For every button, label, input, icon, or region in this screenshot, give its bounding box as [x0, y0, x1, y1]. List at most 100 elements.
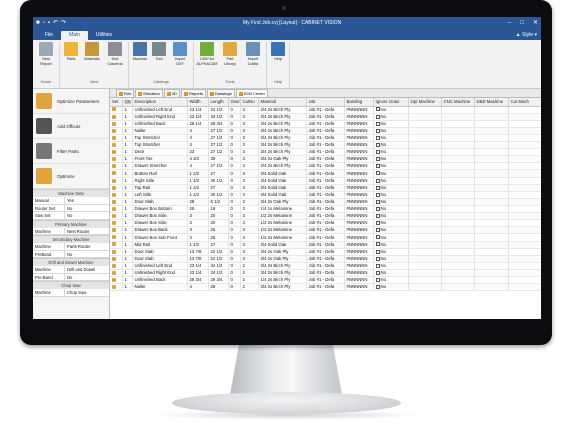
checkbox-icon[interactable] [375, 107, 380, 112]
redo-icon[interactable]: ↷ [61, 17, 66, 30]
table-row[interactable]: 1 Nailer 4 28 0 2 3/4 2s Birch Ply Job #1 - Def… [110, 283, 541, 292]
tab-3d[interactable]: 3D [163, 89, 180, 97]
checkbox-icon[interactable] [375, 142, 380, 147]
ignore-grain-cell[interactable]: No [373, 226, 409, 235]
checkbox-icon[interactable] [375, 135, 380, 140]
tab-file[interactable]: File [37, 31, 61, 40]
ignore-grain-cell[interactable]: No [373, 198, 409, 207]
checkbox-icon[interactable] [375, 178, 380, 183]
table-row[interactable]: 1 Drawer Box Side 3 20 0 3 1/2 2s Melamine Job … [110, 212, 541, 221]
help-button[interactable]: Help [269, 42, 287, 78]
select-cell[interactable] [110, 141, 123, 150]
table-row[interactable]: 1 Door Slab 13 7/8 22 1/2 0 3 3/4 2s Oak Ply Jo… [110, 248, 541, 256]
checkbox-icon[interactable] [375, 185, 380, 190]
tab-run[interactable]: Run [116, 89, 135, 97]
ignore-grain-cell[interactable]: No [373, 141, 409, 150]
select-cell[interactable] [110, 205, 123, 214]
column-header-over[interactable]: Over [228, 98, 241, 107]
table-row[interactable]: 1 Drawer Box Bottom 25 19 0 3 1/4 1s Melamine J… [110, 205, 541, 214]
maximize-button[interactable]: □ [520, 17, 524, 30]
select-cell[interactable] [110, 276, 123, 285]
ignore-grain-cell[interactable]: No [373, 155, 409, 164]
ignore-grain-cell[interactable]: No [373, 162, 409, 171]
checkbox-icon[interactable] [375, 249, 380, 254]
ignore-grain-cell[interactable]: No [373, 283, 409, 292]
select-cell[interactable] [110, 120, 123, 128]
import-cutlist-button[interactable]: Import Cutlist [242, 42, 264, 78]
table-row[interactable]: 1 Nailer 4 27 1/2 0 3 3/4 2s Birch Ply Job #1 -… [110, 127, 541, 135]
table-row[interactable]: 1 Top Stretcher 4 27 1/2 0 3 3/4 2s Birch Ply J… [110, 134, 541, 143]
nest-report-button[interactable]: Nest Report [35, 42, 57, 78]
checkbox-icon[interactable] [375, 256, 380, 261]
checkbox-icon[interactable] [375, 263, 380, 268]
cdm-for-alphacam-button[interactable]: CDM for ALPHACAM [196, 42, 218, 78]
select-cell[interactable] [110, 106, 123, 114]
select-cell[interactable] [110, 127, 123, 135]
checkbox-icon[interactable] [375, 270, 380, 275]
select-cell[interactable] [110, 177, 123, 185]
select-cell[interactable] [110, 198, 123, 207]
table-row[interactable]: 1 Unfinished Back 28 1/4 28 3/4 0 3 3/4 2s Bir… [110, 120, 541, 128]
column-header-qty[interactable]: Qty [122, 98, 133, 107]
import-dxf-button[interactable]: Import DXF [169, 42, 191, 78]
checkbox-icon[interactable] [375, 221, 380, 226]
optimize-button[interactable]: Optimize [33, 164, 109, 189]
property-value[interactable]: Nest Router [65, 228, 109, 235]
checkbox-icon[interactable] [375, 157, 380, 162]
ignore-grain-cell[interactable]: No [373, 120, 409, 128]
checkbox-icon[interactable] [375, 206, 380, 211]
checkbox-icon[interactable] [375, 235, 380, 240]
tab-drawings[interactable]: Drawings [206, 89, 235, 97]
tab-elevation[interactable]: Elevation [135, 89, 163, 97]
ignore-grain-cell[interactable]: No [373, 219, 409, 228]
property-value[interactable]: Chop Saw [65, 289, 109, 296]
select-cell[interactable] [110, 191, 123, 199]
column-header-material[interactable]: Material [258, 98, 307, 107]
select-cell[interactable] [110, 134, 123, 143]
parts-button[interactable]: Parts [62, 42, 80, 78]
ignore-grain-cell[interactable]: No [373, 212, 409, 221]
checkbox-icon[interactable] [375, 128, 380, 133]
tab-s2m-center[interactable]: S2M Center [235, 89, 268, 97]
table-row[interactable]: 1 Drawer Box Side 3 20 0 3 1/2 2s Melamine Job … [110, 219, 541, 228]
ignore-grain-cell[interactable]: No [373, 205, 409, 214]
select-cell[interactable] [110, 113, 123, 121]
column-header-width[interactable]: Width [187, 98, 209, 107]
part-library-button[interactable]: Part Library [219, 42, 241, 78]
checkbox-icon[interactable] [375, 199, 380, 204]
table-row[interactable]: 1 Unfinished Back 28 3/4 29 3/4 0 2 1/4 2s Bir… [110, 276, 541, 285]
select-cell[interactable] [110, 255, 123, 263]
select-cell[interactable] [110, 212, 123, 221]
table-row[interactable]: 1 Left Stile 1 1/2 30 1/2 0 3 3/4 Solid Oak Job… [110, 191, 541, 199]
close-button[interactable]: ✕ [533, 17, 538, 30]
select-cell[interactable] [110, 226, 123, 235]
select-cell[interactable] [110, 262, 123, 271]
sort-columns-button[interactable]: Sort Columns [104, 42, 126, 78]
tool-button[interactable]: Tool [150, 42, 168, 78]
column-header-job[interactable]: Job [306, 98, 345, 107]
column-header-cutno[interactable]: CutNo [240, 98, 259, 107]
ignore-grain-cell[interactable]: No [373, 241, 409, 249]
tab-utilities[interactable]: Utilities [88, 31, 120, 40]
column-header-opt-machine[interactable]: Opt Machine [408, 98, 442, 107]
ignore-grain-cell[interactable]: No [373, 276, 409, 285]
table-row[interactable]: 1 Unfinished Right End 23 1/4 34 1/2 0 2 3/4 2… [110, 269, 541, 278]
table-row[interactable]: 1 Unfinished Right End 23 1/4 34 1/2 0 3 3/4 2… [110, 113, 541, 121]
table-row[interactable]: 1 Drawer Box Sub Front 3 25 0 3 1/2 2s Melamin… [110, 233, 541, 242]
property-value[interactable]: No [65, 251, 109, 258]
column-header-sel[interactable]: Sel [110, 98, 123, 107]
ignore-grain-cell[interactable]: No [373, 248, 409, 256]
checkbox-icon[interactable] [375, 114, 380, 119]
materials-button[interactable]: Materials [81, 42, 103, 78]
select-cell[interactable] [110, 169, 123, 178]
table-row[interactable]: 1 Drawer Stretcher 4 27 1/2 0 3 3/4 2s Birch P… [110, 162, 541, 171]
minimize-button[interactable]: – [508, 17, 511, 30]
column-header-length[interactable]: Length [208, 98, 229, 107]
select-cell[interactable] [110, 148, 123, 157]
add-offcuts-button[interactable]: Add Offcuts [33, 114, 109, 139]
optimize-parameters-button[interactable]: Optimize Parameters [33, 89, 109, 114]
column-header-banding[interactable]: Banding [344, 98, 374, 107]
select-cell[interactable] [110, 219, 123, 228]
ignore-grain-cell[interactable]: No [373, 177, 409, 185]
select-cell[interactable] [110, 269, 123, 278]
